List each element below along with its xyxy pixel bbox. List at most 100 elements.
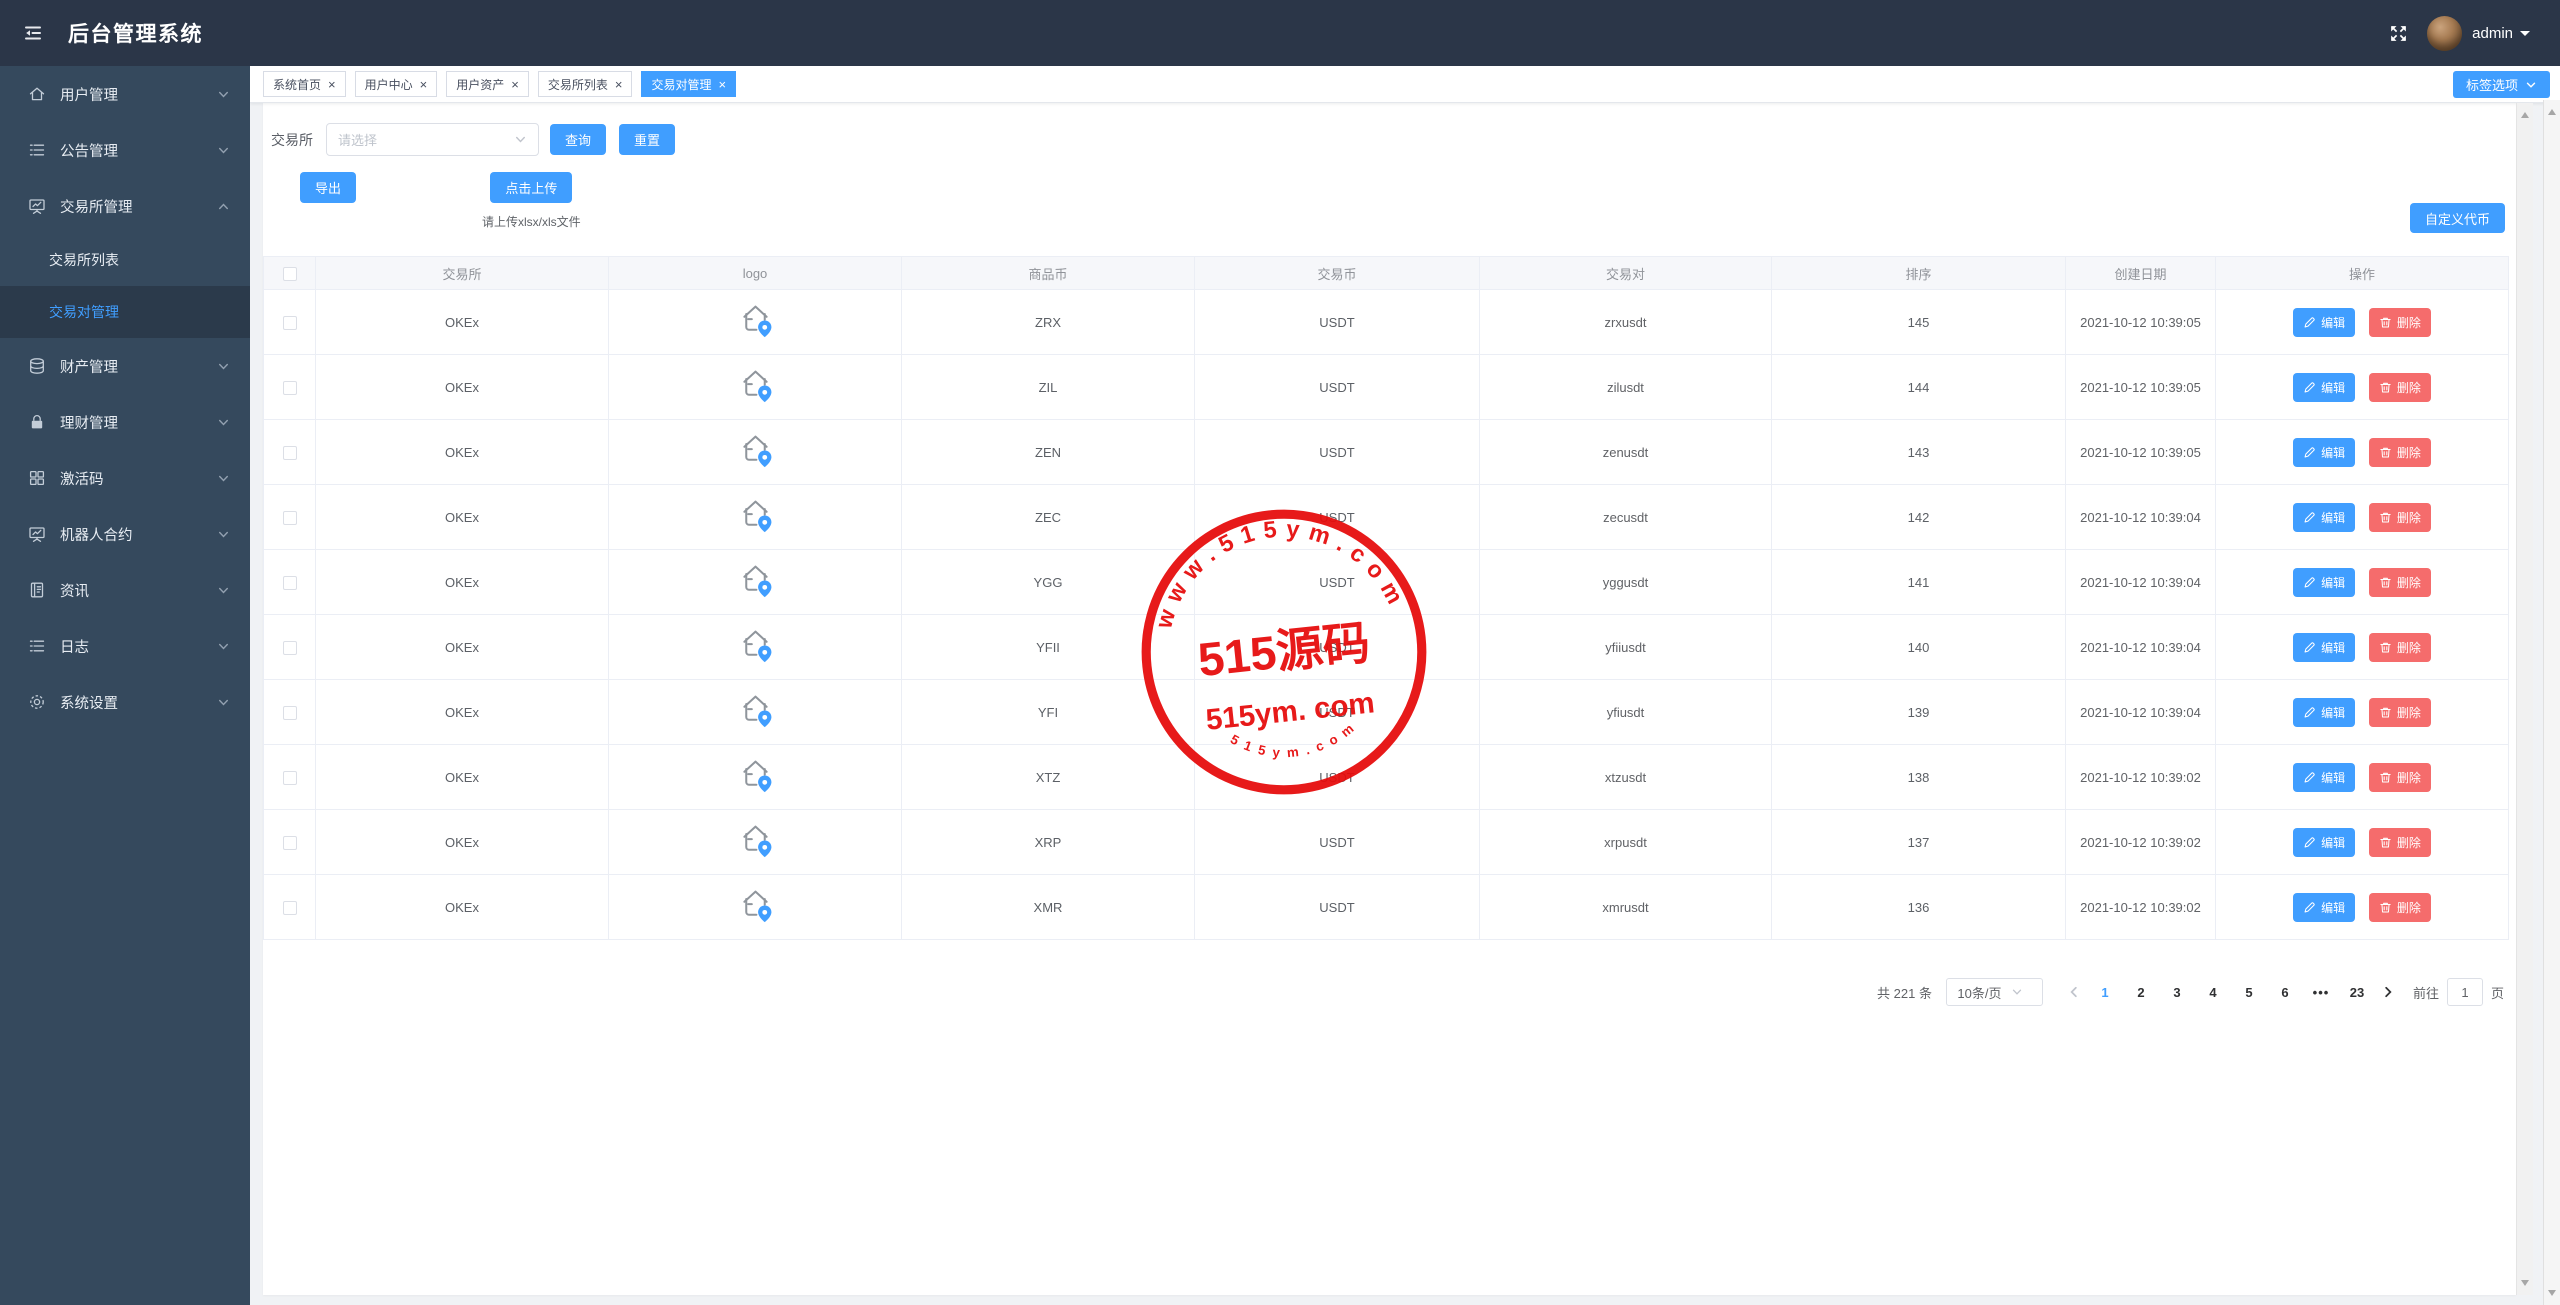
- chevron-down-icon: [217, 640, 230, 653]
- tab-close-icon[interactable]: ×: [615, 78, 623, 91]
- edit-button[interactable]: 编辑: [2293, 502, 2356, 532]
- trash-icon: [2379, 446, 2392, 459]
- upload-button[interactable]: 点击上传: [490, 172, 573, 203]
- tab-2[interactable]: 用户资产 ×: [446, 71, 529, 97]
- page-number[interactable]: 3: [2163, 985, 2191, 1000]
- broken-image-icon: [737, 365, 774, 406]
- content-card: 交易所 请选择 查询 重置 导出 点击上传 请上传xlsx/xls文件 自定义代…: [263, 103, 2516, 1295]
- sidebar-item[interactable]: 系统设置: [0, 674, 250, 730]
- edit-button[interactable]: 编辑: [2293, 892, 2356, 922]
- custom-token-button[interactable]: 自定义代币: [2409, 203, 2505, 233]
- main-content: 交易所 请选择 查询 重置 导出 点击上传 请上传xlsx/xls文件 自定义代…: [250, 103, 2560, 1305]
- search-button[interactable]: 查询: [550, 124, 607, 155]
- tab-0[interactable]: 系统首页 ×: [263, 71, 346, 97]
- doc-icon: [27, 580, 47, 600]
- page-number[interactable]: 5: [2235, 985, 2263, 1000]
- sidebar-fold-icon[interactable]: [22, 22, 44, 44]
- delete-button[interactable]: 删除: [2368, 827, 2431, 857]
- trash-icon: [2379, 511, 2392, 524]
- data-table: 交易所 logo 商品币 交易币 交易对 排序 创建日期 操作 OKEx ZRX USDT z…: [263, 256, 2516, 940]
- page-size-select[interactable]: 10条/页: [1945, 978, 2043, 1006]
- broken-image-icon: [737, 690, 774, 731]
- delete-button[interactable]: 删除: [2368, 372, 2431, 402]
- edit-button[interactable]: 编辑: [2293, 827, 2356, 857]
- edit-button[interactable]: 编辑: [2293, 307, 2356, 337]
- delete-button[interactable]: 删除: [2368, 502, 2431, 532]
- table-row: OKEx ZIL USDT zilusdt 144 2021-10-12 10:…: [263, 354, 2509, 420]
- table-row: OKEx ZEN USDT zenusdt 143 2021-10-12 10:…: [263, 419, 2509, 485]
- sidebar-item[interactable]: 理财管理: [0, 394, 250, 450]
- delete-button[interactable]: 删除: [2368, 437, 2431, 467]
- gear-icon: [27, 692, 47, 712]
- delete-button[interactable]: 删除: [2368, 632, 2431, 662]
- delete-button[interactable]: 删除: [2368, 697, 2431, 727]
- inner-scrollbar[interactable]: [2516, 103, 2533, 1295]
- next-page-button[interactable]: [2381, 985, 2395, 999]
- delete-button[interactable]: 删除: [2368, 307, 2431, 337]
- sidebar-item[interactable]: 日志: [0, 618, 250, 674]
- tab-1[interactable]: 用户中心 ×: [354, 71, 438, 97]
- list-icon: [27, 636, 47, 656]
- edit-button[interactable]: 编辑: [2293, 762, 2356, 792]
- page-number[interactable]: 4: [2199, 985, 2227, 1000]
- sidebar-item[interactable]: 财产管理: [0, 338, 250, 394]
- sidebar-item[interactable]: 公告管理: [0, 122, 250, 178]
- delete-button[interactable]: 删除: [2368, 762, 2431, 792]
- exchange-select[interactable]: 请选择: [326, 123, 539, 156]
- row-checkbox[interactable]: [282, 900, 297, 915]
- edit-button[interactable]: 编辑: [2293, 632, 2356, 662]
- username[interactable]: admin: [2472, 25, 2513, 42]
- sidebar-item[interactable]: 机器人合约: [0, 506, 250, 562]
- row-checkbox[interactable]: [282, 770, 297, 785]
- column-header: 交易对: [1479, 256, 1772, 290]
- pen-icon: [2303, 446, 2316, 459]
- delete-button[interactable]: 删除: [2368, 892, 2431, 922]
- select-all-checkbox[interactable]: [282, 266, 297, 281]
- tab-close-icon[interactable]: ×: [420, 78, 428, 91]
- tab-3[interactable]: 交易所列表 ×: [537, 71, 633, 97]
- pen-icon: [2303, 641, 2316, 654]
- broken-image-icon: [737, 560, 774, 601]
- row-checkbox[interactable]: [282, 380, 297, 395]
- page-number[interactable]: 23: [2343, 985, 2371, 1000]
- delete-button[interactable]: 删除: [2368, 567, 2431, 597]
- sidebar-item[interactable]: 资讯: [0, 562, 250, 618]
- tab-close-icon[interactable]: ×: [718, 78, 726, 91]
- more-pages[interactable]: •••: [2307, 985, 2335, 1000]
- sidebar-subitem[interactable]: 交易所列表: [0, 234, 250, 286]
- tag-options-button[interactable]: 标签选项: [2452, 71, 2550, 98]
- exchange-filter-label: 交易所: [271, 131, 313, 148]
- row-checkbox[interactable]: [282, 835, 297, 850]
- tab-close-icon[interactable]: ×: [511, 78, 519, 91]
- page-number[interactable]: 6: [2271, 985, 2299, 1000]
- outer-scrollbar[interactable]: [2543, 100, 2560, 1305]
- tab-4[interactable]: 交易对管理 ×: [641, 71, 737, 97]
- row-checkbox[interactable]: [282, 445, 297, 460]
- tab-close-icon[interactable]: ×: [328, 78, 336, 91]
- row-checkbox[interactable]: [282, 640, 297, 655]
- edit-button[interactable]: 编辑: [2293, 697, 2356, 727]
- edit-button[interactable]: 编辑: [2293, 372, 2356, 402]
- sidebar-item[interactable]: 交易所管理: [0, 178, 250, 234]
- table-row: OKEx YGG USDT yggusdt 141 2021-10-12 10:…: [263, 549, 2509, 615]
- page-number[interactable]: 2: [2127, 985, 2155, 1000]
- pen-icon: [2303, 576, 2316, 589]
- sidebar-item[interactable]: 用户管理: [0, 66, 250, 122]
- row-checkbox[interactable]: [282, 510, 297, 525]
- export-button[interactable]: 导出: [300, 172, 357, 203]
- edit-button[interactable]: 编辑: [2293, 437, 2356, 467]
- edit-button[interactable]: 编辑: [2293, 567, 2356, 597]
- sidebar-item[interactable]: 激活码: [0, 450, 250, 506]
- row-checkbox[interactable]: [282, 315, 297, 330]
- row-checkbox[interactable]: [282, 575, 297, 590]
- avatar[interactable]: [2427, 15, 2463, 51]
- reset-button[interactable]: 重置: [619, 124, 676, 155]
- user-menu-caret-icon[interactable]: [2520, 31, 2530, 41]
- goto-page-input[interactable]: [2446, 978, 2483, 1006]
- row-checkbox[interactable]: [282, 705, 297, 720]
- prev-page-button[interactable]: [2067, 985, 2081, 999]
- page-number[interactable]: 1: [2091, 985, 2119, 1000]
- sidebar-subitem[interactable]: 交易对管理: [0, 286, 250, 338]
- fullscreen-icon[interactable]: [2388, 23, 2409, 44]
- chevron-down-icon: [217, 360, 230, 373]
